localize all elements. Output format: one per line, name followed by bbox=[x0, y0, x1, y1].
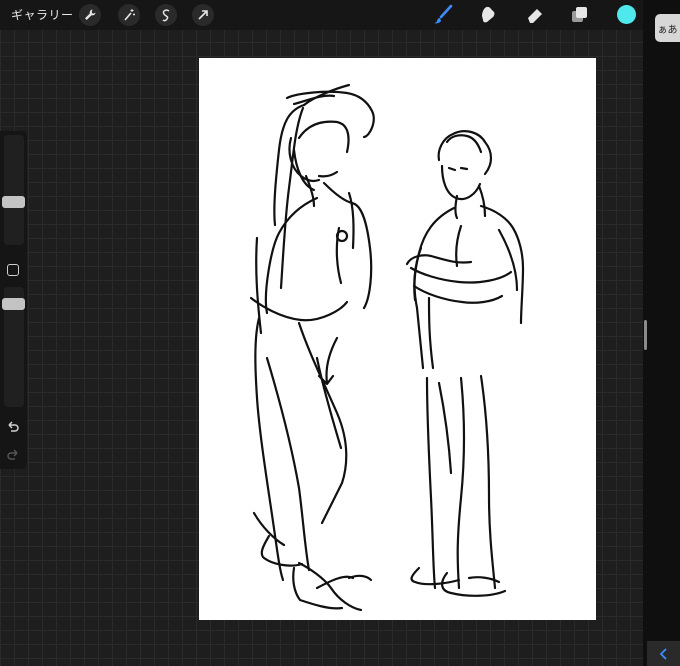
layers-icon[interactable] bbox=[568, 3, 592, 27]
right-panel bbox=[643, 0, 680, 666]
wrench-icon[interactable] bbox=[79, 4, 101, 26]
gallery-button[interactable]: ギャラリー bbox=[11, 6, 74, 23]
redo-icon[interactable] bbox=[5, 447, 21, 463]
magic-wand-icon[interactable] bbox=[118, 4, 140, 26]
brush-size-thumb[interactable] bbox=[2, 196, 25, 208]
left-figure-sketch bbox=[249, 83, 375, 612]
modify-square-icon[interactable] bbox=[7, 264, 19, 276]
transform-arrow-icon[interactable] bbox=[192, 4, 214, 26]
smudge-icon[interactable] bbox=[476, 3, 500, 27]
color-picker-button[interactable] bbox=[617, 5, 636, 24]
left-sidebar bbox=[0, 131, 27, 469]
drawing-canvas[interactable] bbox=[199, 58, 596, 620]
collapse-panel-button[interactable] bbox=[647, 641, 680, 666]
brush-size-slider[interactable] bbox=[4, 135, 24, 245]
right-figure-sketch bbox=[405, 130, 525, 597]
top-toolbar: ギャラリー bbox=[0, 0, 643, 30]
chevron-left-icon bbox=[659, 647, 667, 660]
undo-icon[interactable] bbox=[5, 419, 21, 435]
sketch-drawing bbox=[249, 83, 525, 612]
selection-icon[interactable] bbox=[155, 4, 177, 26]
brush-icon[interactable] bbox=[431, 3, 455, 27]
eraser-icon[interactable] bbox=[523, 3, 547, 27]
side-handle[interactable] bbox=[644, 320, 647, 350]
kana-key[interactable]: ぁあ bbox=[655, 14, 680, 42]
opacity-thumb[interactable] bbox=[2, 298, 25, 310]
